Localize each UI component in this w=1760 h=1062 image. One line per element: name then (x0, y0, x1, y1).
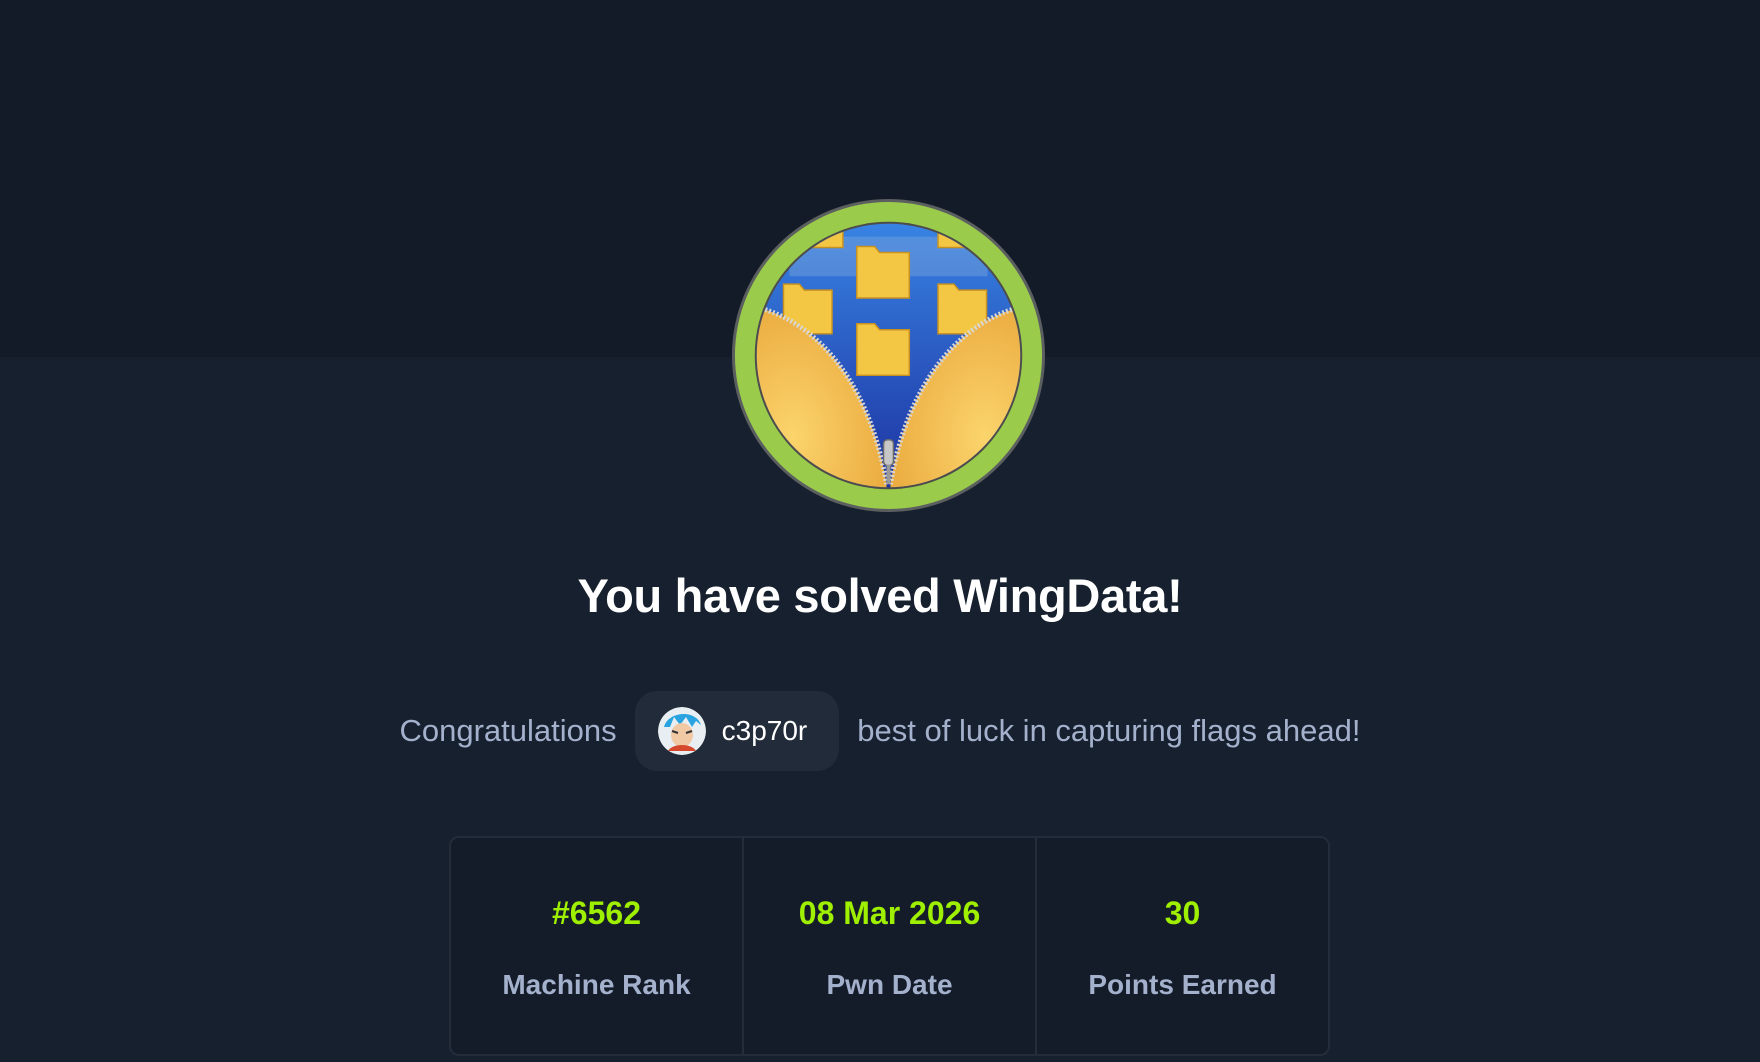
stat-machine-rank: #6562 Machine Rank (451, 838, 742, 1054)
congrats-prefix: Congratulations (399, 713, 617, 748)
stat-value: 08 Mar 2026 (798, 895, 981, 931)
stat-label: Pwn Date (826, 969, 953, 1000)
stat-label: Points Earned (1088, 969, 1277, 1000)
congrats-suffix: best of luck in capturing flags ahead! (857, 713, 1361, 748)
page-title: You have solved WingData! (577, 569, 1183, 622)
user-chip[interactable]: c3p70r (634, 691, 840, 771)
stat-value: 30 (1164, 895, 1201, 931)
stat-value: #6562 (552, 895, 641, 931)
zipper-folders-icon (756, 223, 1021, 488)
stat-pwn-date: 08 Mar 2026 Pwn Date (742, 838, 1035, 1054)
username: c3p70r (721, 715, 808, 746)
machine-avatar (731, 198, 1046, 513)
stat-points-earned: 30 Points Earned (1035, 838, 1328, 1054)
stat-label: Machine Rank (502, 969, 691, 1000)
avatar (657, 707, 706, 755)
stats-card: #6562 Machine Rank 08 Mar 2026 Pwn Date … (449, 836, 1330, 1056)
congrats-message: Congratulations c3p70r best of luck in c… (0, 691, 1760, 771)
